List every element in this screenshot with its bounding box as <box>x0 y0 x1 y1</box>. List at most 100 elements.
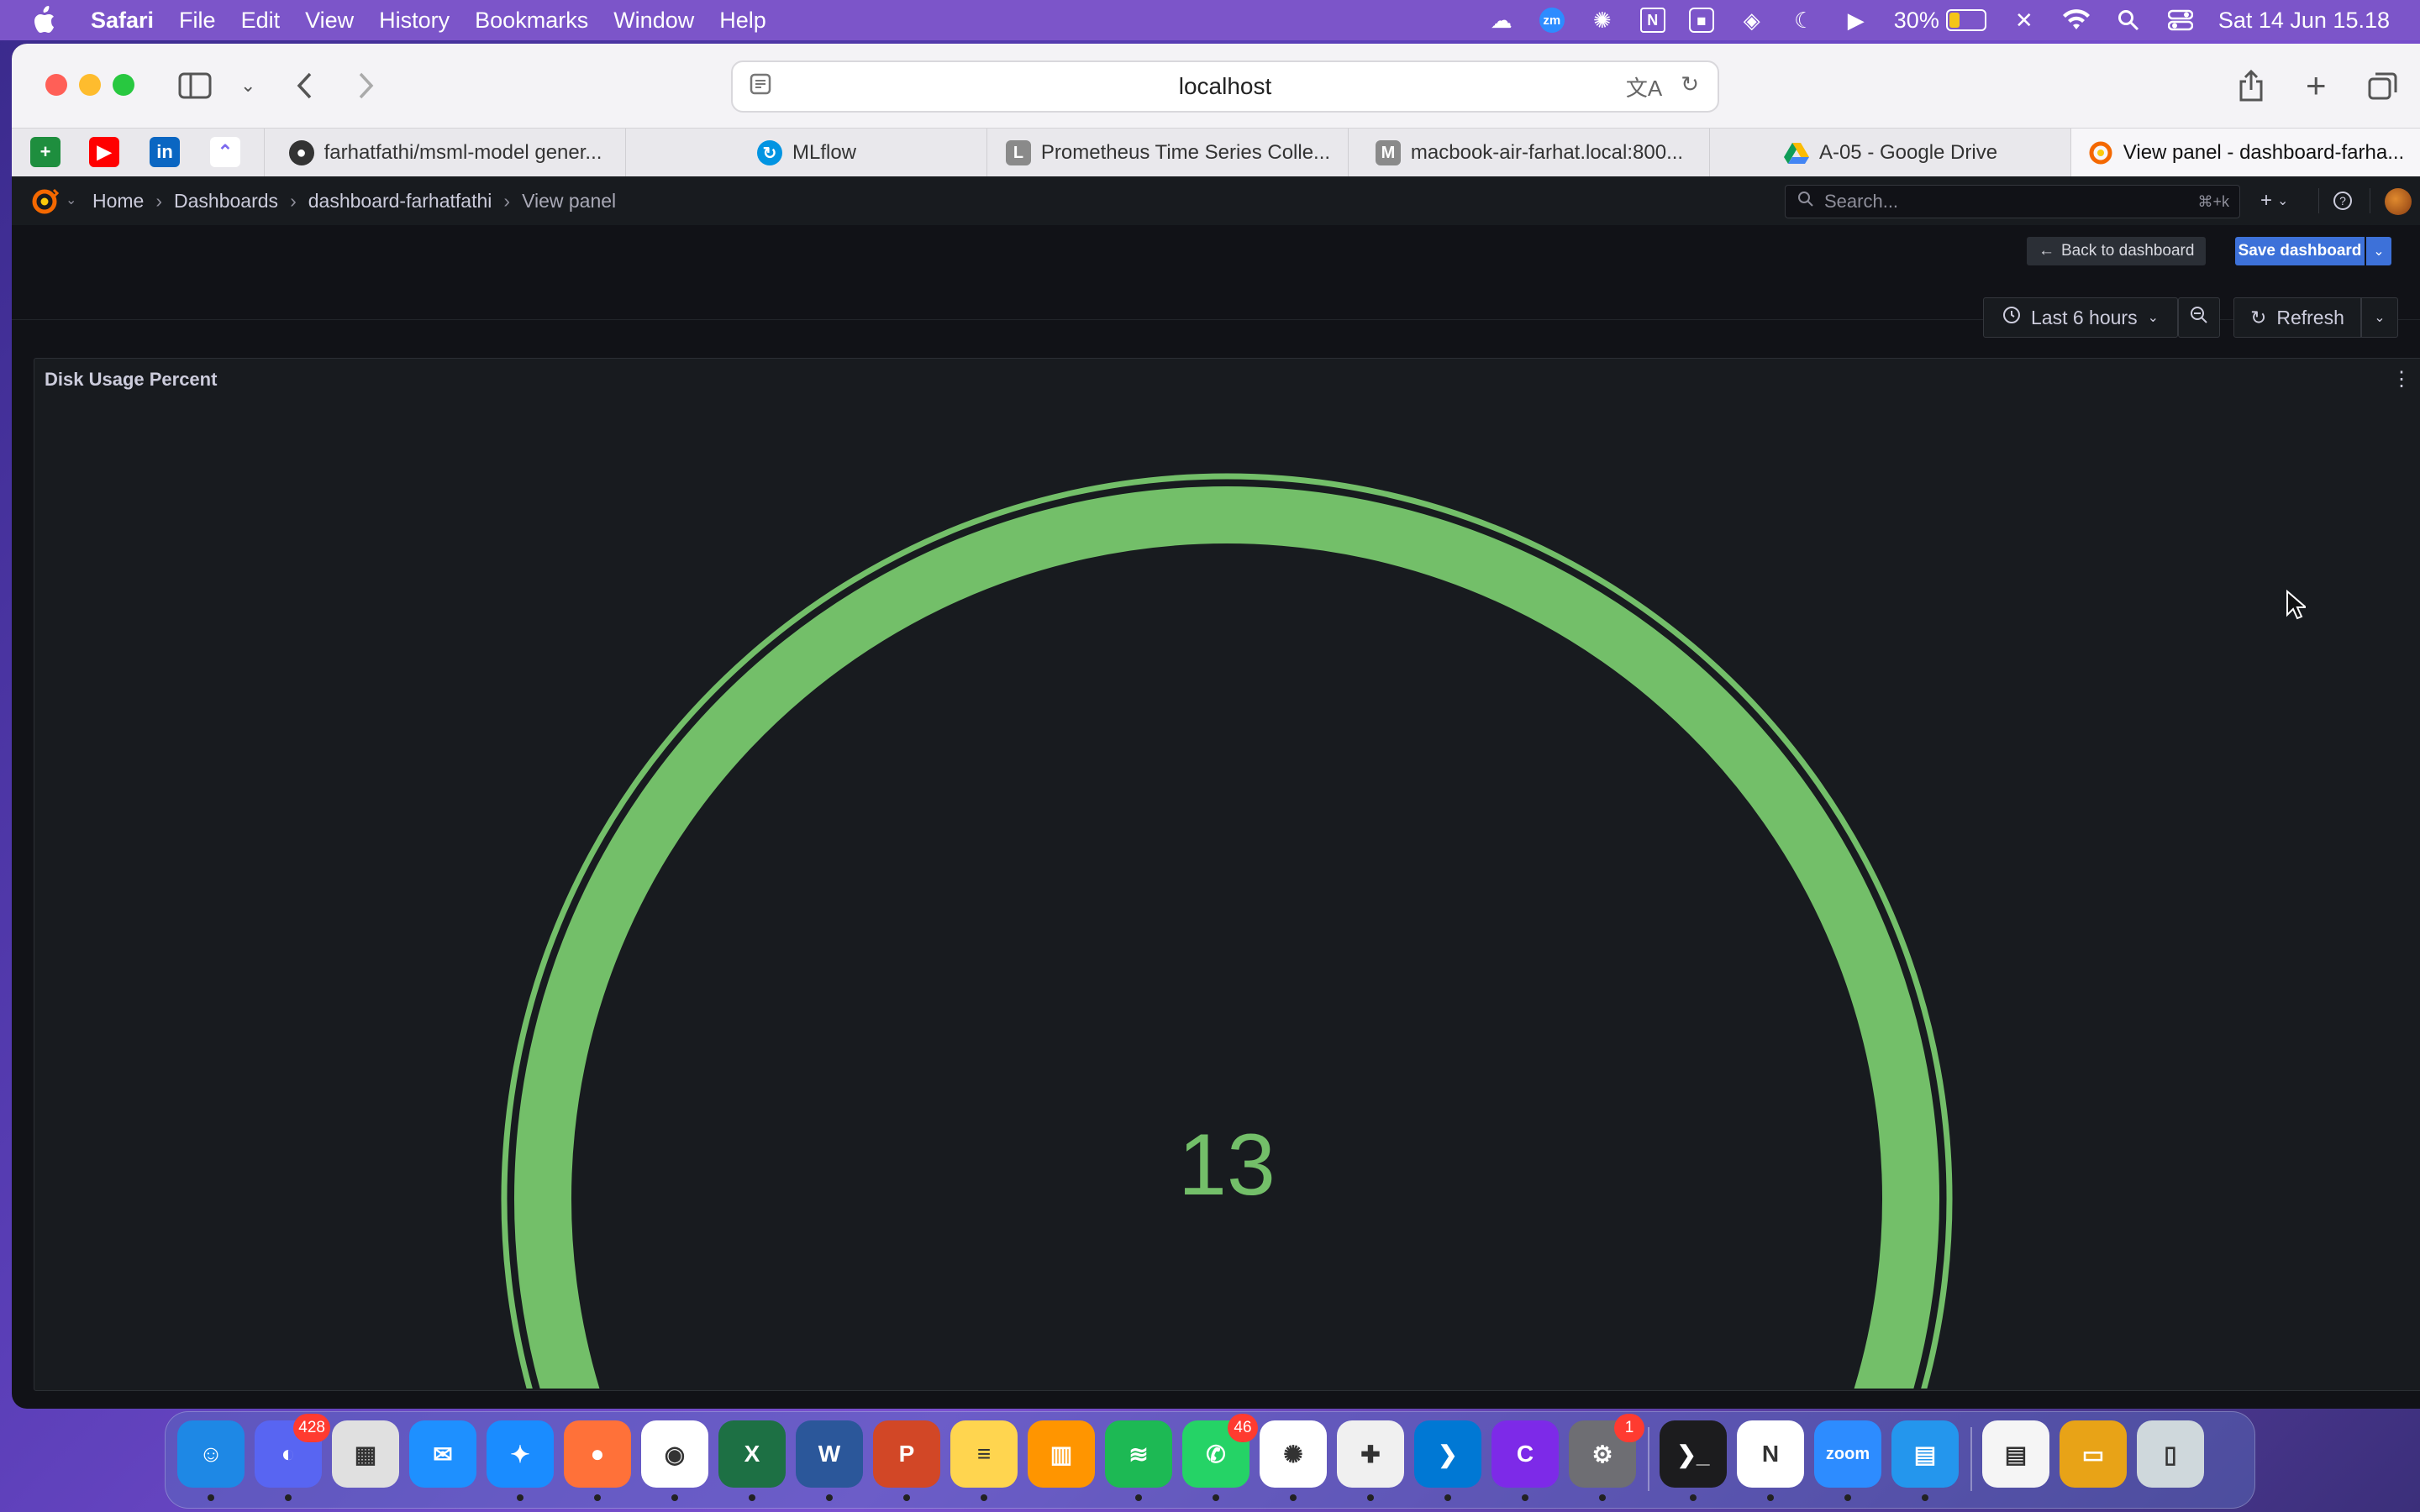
breadcrumb-dashboard[interactable]: dashboard-farhatfathi <box>308 190 492 213</box>
canva-icon[interactable]: C <box>1491 1420 1559 1501</box>
tab-overview-icon[interactable] <box>2368 67 2398 104</box>
save-dashboard-button[interactable]: Save dashboard <box>2235 237 2365 265</box>
translate-icon[interactable]: 文A <box>1626 71 1662 102</box>
sidebar-toggle-icon[interactable] <box>178 67 212 104</box>
forward-arrow-icon[interactable] <box>356 67 375 104</box>
chatgpt-icon[interactable]: ✺ <box>1260 1420 1327 1501</box>
zoom-out-button[interactable] <box>2178 297 2220 338</box>
battery-status[interactable]: 30% <box>1894 8 1986 34</box>
bluetooth-off-icon[interactable]: ✕ <box>2010 6 2039 34</box>
share-icon[interactable] <box>2238 67 2264 104</box>
spotify-icon[interactable]: ≋ <box>1105 1420 1172 1501</box>
zoom-icon[interactable]: zoom <box>1814 1420 1881 1501</box>
linkedin-pinned-icon[interactable]: in <box>150 137 180 167</box>
menu-bookmarks[interactable]: Bookmarks <box>475 8 588 34</box>
tab-google-drive[interactable]: A-05 - Google Drive <box>1709 129 2071 177</box>
menu-app-name[interactable]: Safari <box>91 8 154 34</box>
apple-menu-icon[interactable] <box>32 6 57 34</box>
wifi-icon[interactable] <box>2062 6 2091 34</box>
safari-icon[interactable]: ✦ <box>487 1420 554 1501</box>
notion-status-icon[interactable]: N <box>1639 8 1665 33</box>
mail-icon[interactable]: ✉ <box>409 1420 476 1488</box>
time-range-picker[interactable]: Last 6 hours ⌄ <box>1983 297 2178 338</box>
menu-edit[interactable]: Edit <box>241 8 281 34</box>
breadcrumb-dashboards[interactable]: Dashboards <box>174 190 278 213</box>
user-avatar[interactable] <box>2385 188 2412 215</box>
drive-glyph: ▭ <box>2081 1441 2105 1467</box>
spotlight-search-icon[interactable] <box>2114 6 2143 34</box>
chevron-down-icon[interactable]: ⌄ <box>240 67 255 104</box>
powerpoint-icon[interactable]: P <box>873 1420 940 1501</box>
running-indicator <box>981 1494 987 1501</box>
trash-icon[interactable]: ▯ <box>2137 1420 2204 1488</box>
terminal-icon[interactable]: ❯_ <box>1660 1420 1727 1501</box>
zoom-window-button[interactable] <box>113 74 134 96</box>
letter-l-icon: L <box>1005 140 1031 165</box>
gauge-chart: 13 <box>501 473 1953 1389</box>
search-input[interactable]: Search... ⌘+k <box>1785 185 2240 218</box>
back-arrow-icon[interactable] <box>296 67 314 104</box>
help-icon[interactable]: ? <box>2333 185 2353 217</box>
add-new-icon[interactable]: + ⌄ <box>2260 185 2288 217</box>
tab-github[interactable]: ● farhatfathi/msml-model gener... <box>264 129 626 177</box>
menubar-clock[interactable]: Sat 14 Jun 15.18 <box>2218 8 2390 34</box>
docker-icon[interactable]: ▤ <box>1891 1420 1959 1501</box>
layers-icon[interactable]: ◈ <box>1738 6 1766 34</box>
system-settings-icon[interactable]: ⚙ 1 <box>1569 1414 1644 1501</box>
menu-file[interactable]: File <box>179 8 216 34</box>
cloud-icon[interactable]: ☁ <box>1487 6 1516 34</box>
chrome-icon[interactable]: ◉ <box>641 1420 708 1501</box>
chatgpt-status-icon[interactable]: ✺ <box>1588 6 1617 34</box>
word-icon[interactable]: W <box>796 1420 863 1501</box>
refresh-button[interactable]: ↻ Refresh <box>2233 297 2361 338</box>
tab-macbook-local[interactable]: M macbook-air-farhat.local:800... <box>1348 129 1710 177</box>
documents-icon[interactable]: ▤ <box>1982 1420 2049 1488</box>
play-circle-icon[interactable]: ▶ <box>1842 6 1870 34</box>
refresh-interval-chevron-icon[interactable]: ⌄ <box>2361 297 2398 338</box>
moon-icon[interactable]: ☾ <box>1790 6 1818 34</box>
discord-icon[interactable]: ◐ 428 <box>255 1414 330 1501</box>
finder-icon[interactable]: ☺ <box>177 1420 245 1501</box>
excel-icon[interactable]: X <box>718 1420 786 1501</box>
save-options-chevron-icon[interactable]: ⌄ <box>2366 237 2391 265</box>
books-glyph: ▥ <box>1050 1441 1073 1467</box>
youtube-pinned-icon[interactable]: ▶ <box>89 137 119 167</box>
menu-help[interactable]: Help <box>719 8 766 34</box>
new-tab-icon[interactable]: + <box>2306 66 2327 105</box>
close-window-button[interactable] <box>45 74 67 96</box>
clickup-pinned-icon[interactable]: ⌃ <box>210 137 240 167</box>
reload-icon[interactable]: ↻ <box>1681 71 1699 102</box>
mega-menu-chevron-icon[interactable]: ⌄ <box>66 192 76 208</box>
tableau-icon[interactable]: ✚ <box>1337 1420 1404 1501</box>
tab-prometheus[interactable]: L Prometheus Time Series Colle... <box>986 129 1349 177</box>
minimize-window-button[interactable] <box>79 74 101 96</box>
menu-window[interactable]: Window <box>613 8 694 34</box>
address-bar[interactable]: localhost 文A ↻ <box>731 60 1719 113</box>
google-drive-icon <box>1783 140 1809 165</box>
arrow-left-icon: ← <box>2039 242 2054 260</box>
drive-icon[interactable]: ▭ <box>2060 1420 2127 1488</box>
control-center-icon[interactable] <box>2166 6 2195 34</box>
screen-app-icon[interactable]: ◼ <box>1688 8 1714 33</box>
vscode-icon[interactable]: ❯ <box>1414 1420 1481 1501</box>
zoom-status-icon[interactable]: zm <box>1539 8 1565 33</box>
notion-icon[interactable]: N <box>1737 1420 1804 1501</box>
time-range-label: Last 6 hours <box>2031 306 2138 328</box>
page-menu-icon[interactable] <box>750 73 771 101</box>
whatsapp-icon[interactable]: ✆ 46 <box>1182 1414 1258 1501</box>
launchpad-icon[interactable]: ▦ <box>332 1420 399 1488</box>
grafana-logo-icon[interactable] <box>30 186 60 217</box>
firefox-icon[interactable]: ● <box>564 1420 631 1501</box>
breadcrumb-home[interactable]: Home <box>92 190 144 213</box>
battery-icon <box>1945 9 1986 31</box>
google-sheets-pinned-icon[interactable]: + <box>30 137 60 167</box>
back-to-dashboard-button[interactable]: ← Back to dashboard <box>2027 237 2207 265</box>
notes-icon[interactable]: ≡ <box>950 1420 1018 1501</box>
back-to-dashboard-label: Back to dashboard <box>2061 242 2195 260</box>
tab-grafana-view-panel[interactable]: View panel - dashboard-farha... <box>2070 129 2420 177</box>
menu-view[interactable]: View <box>305 8 354 34</box>
tab-mlflow[interactable]: ↻ MLflow <box>625 129 987 177</box>
menu-history[interactable]: History <box>379 8 450 34</box>
books-icon[interactable]: ▥ <box>1028 1420 1095 1488</box>
grafana-icon <box>2088 140 2113 165</box>
